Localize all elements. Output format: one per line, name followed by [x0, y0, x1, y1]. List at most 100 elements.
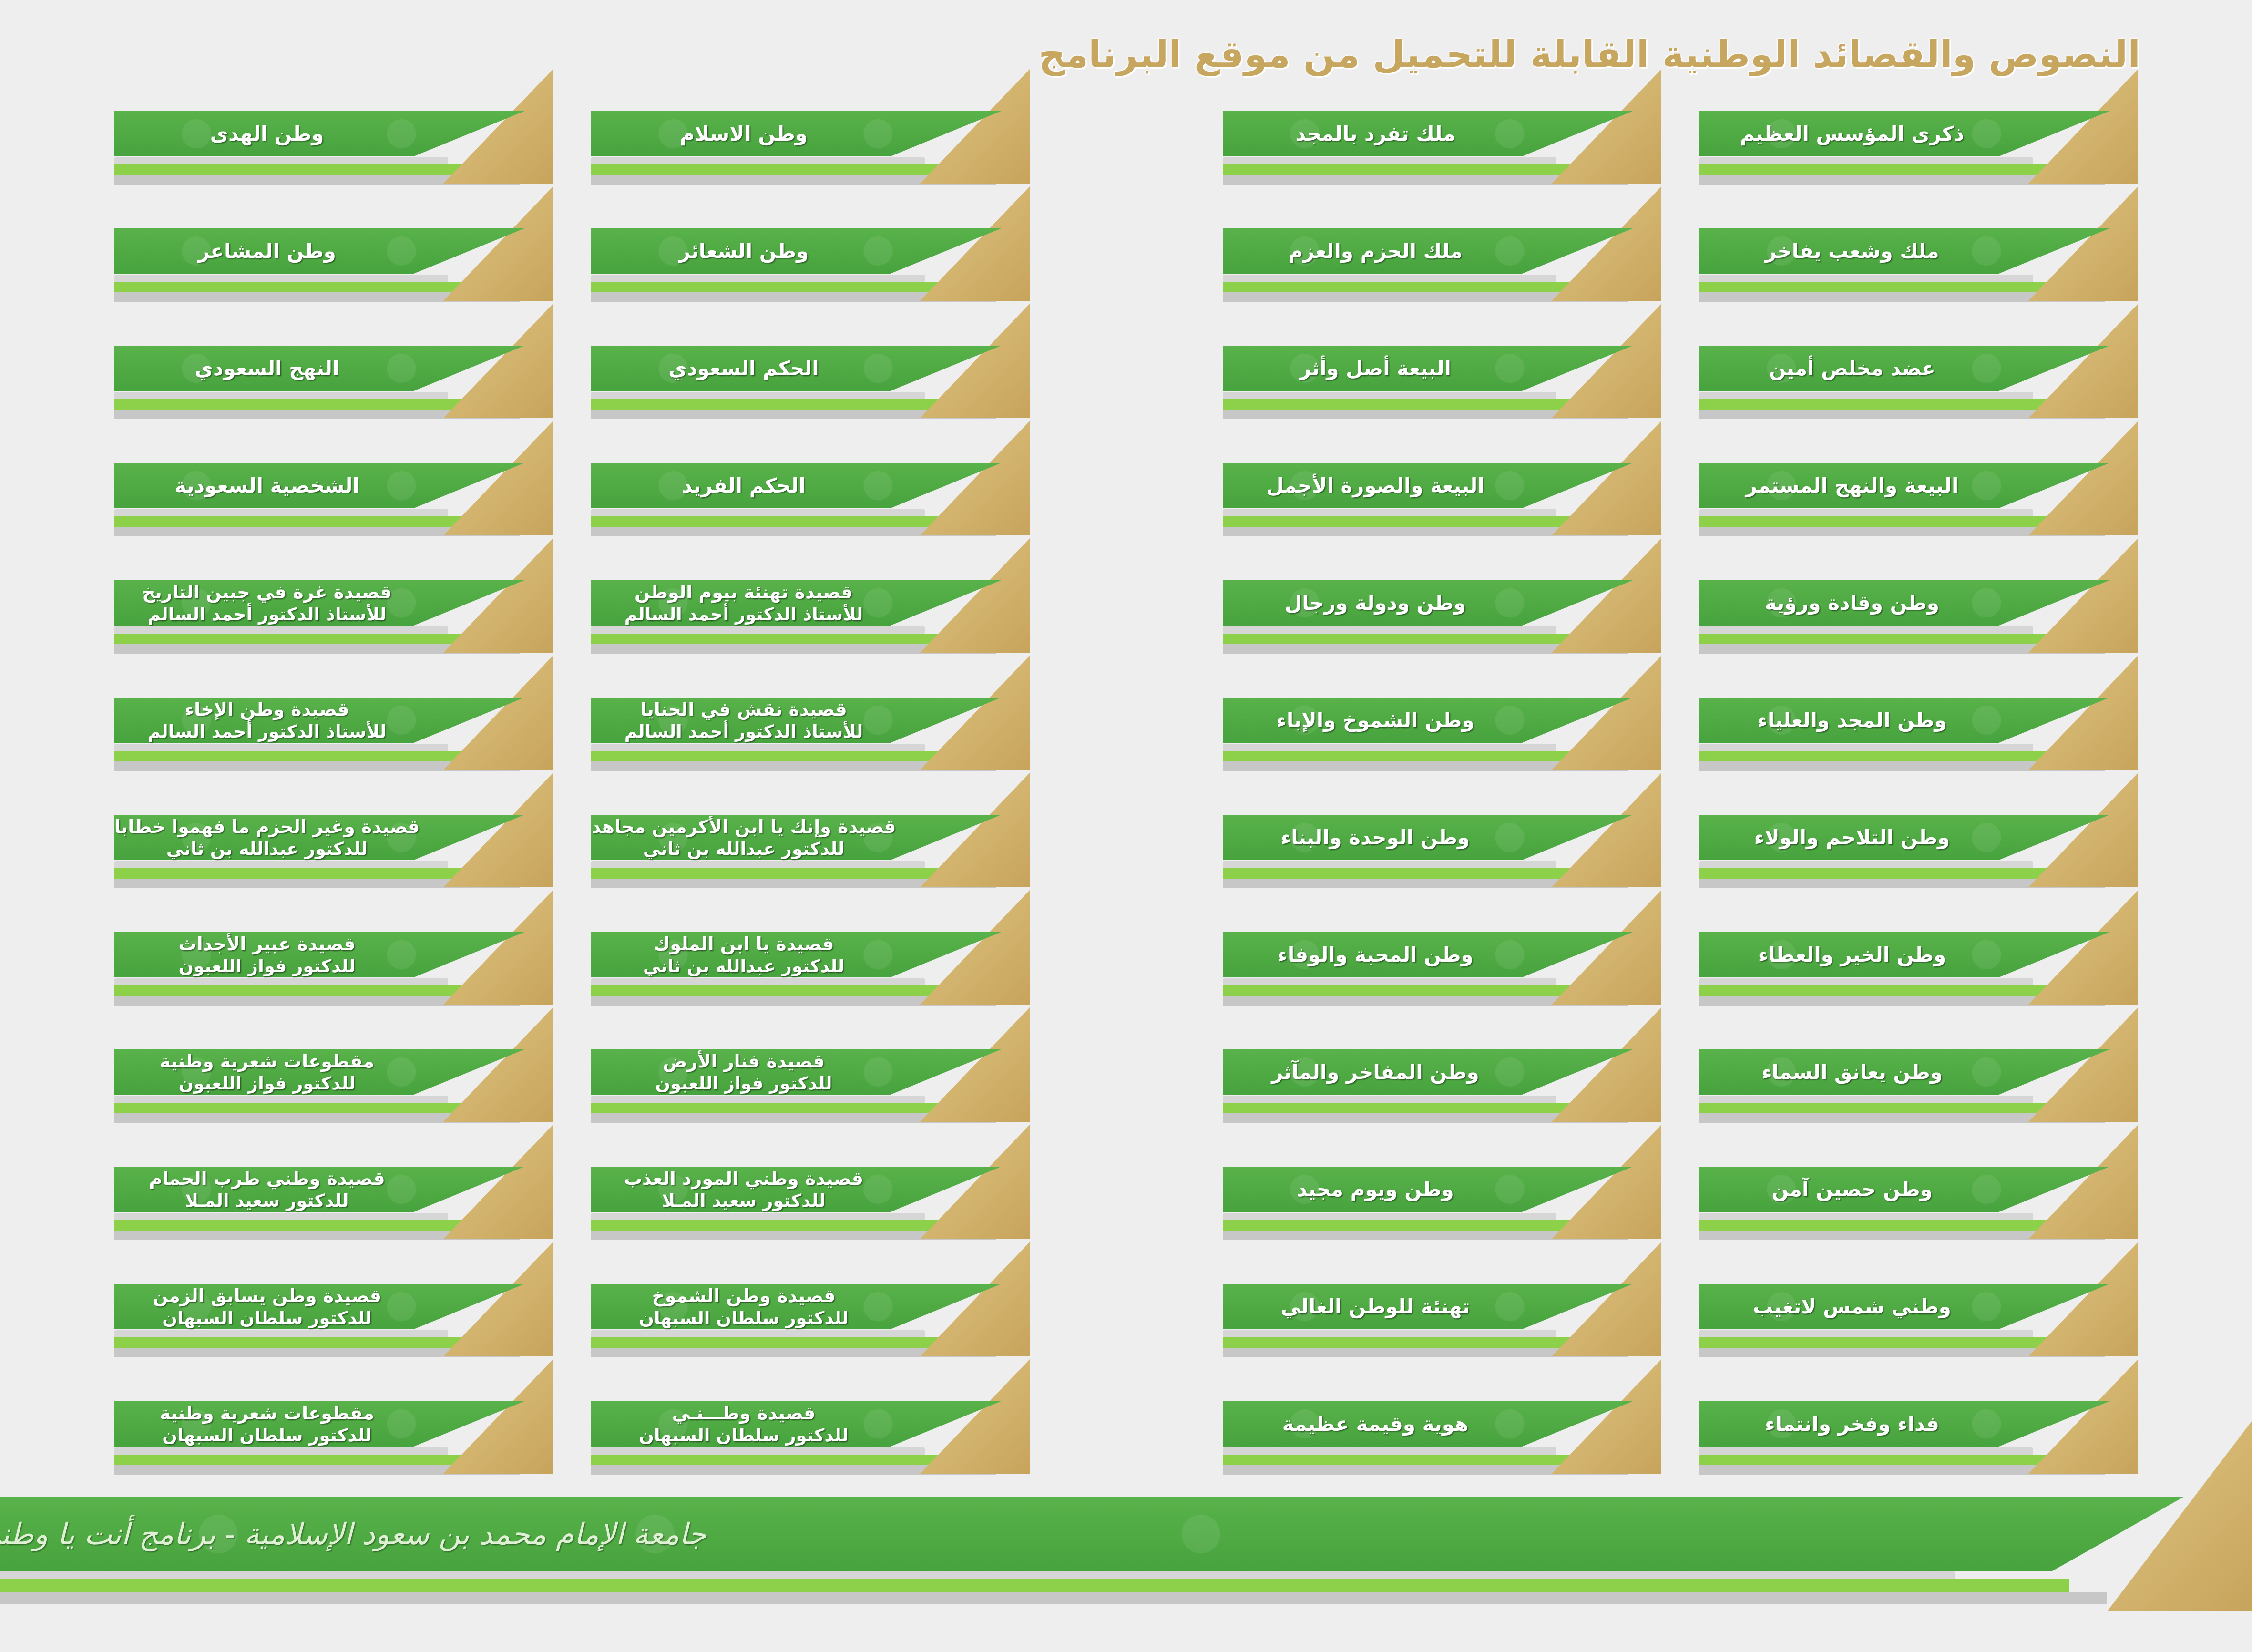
item-title: ذكرى المؤسس العظيم: [1740, 122, 1965, 145]
download-item[interactable]: وطن حصين آمن: [1699, 1125, 2138, 1242]
ribbon-shadow-strip: [591, 275, 925, 282]
item-label: وطن المجد والعلياء: [1709, 698, 1995, 743]
item-author: للدكتور سلطان السبهان: [162, 1425, 372, 1446]
download-item[interactable]: قصيدة وطـــنـي للدكتور سلطان السبهان: [591, 1359, 1030, 1477]
ribbon-light-green-strip: [1699, 985, 2076, 996]
download-item[interactable]: قصيدة وإنك يا ابن الأكرمين مجاهد للدكتور …: [591, 773, 1030, 890]
item-label: البيعة أصل وأثر: [1232, 346, 1518, 391]
download-item[interactable]: وطن ودولة ورجال: [1223, 538, 1661, 656]
download-item[interactable]: قصيدة وطني طرب الحمام للدكتور سعيد المـلا: [114, 1125, 553, 1242]
download-item[interactable]: الحكم الفريد: [591, 421, 1030, 538]
item-label: تهنئة للوطن الغالي: [1232, 1284, 1518, 1329]
download-item[interactable]: عضد مخلص أمين: [1699, 304, 2138, 421]
download-item[interactable]: قصيدة وطن الإخاء للأستاذ الدكتور أحمد الس…: [114, 656, 553, 773]
download-item[interactable]: وطن وقادة ورؤية: [1699, 538, 2138, 656]
download-item[interactable]: وطن المشاعر: [114, 186, 553, 304]
download-item[interactable]: قصيدة وطن يسابق الزمن للدكتور سلطان السبه…: [114, 1242, 553, 1359]
ribbon-light-green-strip: [114, 985, 491, 996]
download-item[interactable]: قصيدة عبير الأجداث للدكتور فواز اللعبون: [114, 890, 553, 1007]
download-item[interactable]: قصيدة فنار الأرض للدكتور فواز اللعبون: [591, 1007, 1030, 1125]
download-item[interactable]: وطن الاسلام: [591, 69, 1030, 186]
ribbon-light-green-strip: [1699, 1455, 2076, 1465]
item-label: وطن المحبة والوفاء: [1232, 932, 1518, 977]
item-title: ملك تفرد بالمجد: [1295, 122, 1455, 145]
download-item[interactable]: قصيدة يا ابن الملوك للدكتور عبدالله بن ثا…: [591, 890, 1030, 1007]
download-item[interactable]: قصيدة وطن الشموخ للدكتور سلطان السبهان: [591, 1242, 1030, 1359]
item-label: البيعة والنهج المستمر: [1709, 463, 1995, 508]
ribbon-shadow-strip: [1223, 978, 1556, 986]
ribbon-shadow-strip: [591, 509, 925, 517]
footer-ribbon: جامعة الإمام محمد بن سعود الإسلامية - بر…: [0, 1421, 2252, 1635]
ribbon-shadow-strip: [1223, 157, 1556, 165]
download-item[interactable]: قصيدة نقش في الحنايا للأستاذ الدكتور أحمد…: [591, 656, 1030, 773]
item-title: وطن المفاخر والمآثر: [1271, 1060, 1479, 1084]
download-item[interactable]: مقطوعات شعرية وطنية للدكتور سلطان السبهان: [114, 1359, 553, 1477]
item-author: للأستاذ الدكتور أحمد السالم: [624, 604, 863, 625]
item-title: ملك وشعب يفاخر: [1765, 239, 1939, 263]
download-item[interactable]: ملك الحزم والعزم: [1223, 186, 1661, 304]
item-author: للأستاذ الدكتور أحمد السالم: [147, 604, 387, 625]
ribbon-shadow-strip: [591, 1330, 925, 1338]
download-item[interactable]: هوية وقيمة عظيمة: [1223, 1359, 1661, 1477]
item-label: هوية وقيمة عظيمة: [1232, 1401, 1518, 1447]
download-item[interactable]: وطن الشعائر: [591, 186, 1030, 304]
item-label: وطن الشموخ والإباء: [1232, 698, 1518, 743]
item-label: وطن المفاخر والمآثر: [1232, 1049, 1518, 1095]
download-item[interactable]: وطن المحبة والوفاء: [1223, 890, 1661, 1007]
ribbon-shadow-strip: [114, 392, 448, 400]
ribbon-shadow-strip: [591, 626, 925, 634]
download-item[interactable]: وطن المفاخر والمآثر: [1223, 1007, 1661, 1125]
download-item[interactable]: قصيدة وغير الحزم ما فهموا خطابا للدكتور ع…: [114, 773, 553, 890]
item-author: للدكتور سلطان السبهان: [639, 1307, 849, 1328]
download-item[interactable]: فداء وفخر وانتماء: [1699, 1359, 2138, 1477]
ribbon-light-green-strip: [591, 282, 968, 292]
download-item[interactable]: البيعة والصورة الأجمل: [1223, 421, 1661, 538]
item-title: البيعة أصل وأثر: [1300, 356, 1451, 380]
ribbon-light-green-strip: [1223, 1103, 1599, 1113]
ribbon-shadow-strip: [1223, 1447, 1556, 1455]
download-item[interactable]: قصيدة وطني المورد العذب للدكتور سعيد المـ…: [591, 1125, 1030, 1242]
ribbon-shadow-strip: [114, 275, 448, 282]
download-item[interactable]: ملك تفرد بالمجد: [1223, 69, 1661, 186]
ribbon-light-green-strip: [1223, 634, 1599, 644]
item-label: مقطوعات شعرية وطنية للدكتور سلطان السبهان: [124, 1401, 410, 1447]
download-item[interactable]: ملك وشعب يفاخر: [1699, 186, 2138, 304]
ribbon-light-green-strip: [114, 634, 491, 644]
download-item[interactable]: وطن ويوم مجيد: [1223, 1125, 1661, 1242]
download-item[interactable]: ذكرى المؤسس العظيم: [1699, 69, 2138, 186]
ribbon-light-green-strip: [1699, 282, 2076, 292]
download-item[interactable]: وطني شمس لاتغيب: [1699, 1242, 2138, 1359]
footer-shadow-strip: [0, 1571, 1955, 1580]
ribbon-light-green-strip: [1699, 751, 2076, 761]
download-item[interactable]: البيعة أصل وأثر: [1223, 304, 1661, 421]
item-label: قصيدة تهنئة بيوم الوطن للأستاذ الدكتور أح…: [601, 580, 887, 626]
item-label: الحكم الفريد: [601, 463, 887, 508]
download-item[interactable]: وطن المجد والعلياء: [1699, 656, 2138, 773]
item-title: قصيدة وإنك يا ابن الأكرمين مجاهد: [591, 816, 896, 837]
download-item[interactable]: وطن الخير والعطاء: [1699, 890, 2138, 1007]
ribbon-shadow-strip: [591, 1213, 925, 1221]
item-title: وطن الخير والعطاء: [1758, 943, 1946, 966]
ribbon-light-green-strip: [1699, 164, 2076, 175]
item-label: قصيدة يا ابن الملوك للدكتور عبدالله بن ثا…: [601, 932, 887, 977]
item-author: للدكتور فواز اللعبون: [655, 1073, 832, 1094]
download-item[interactable]: الحكم السعودي: [591, 304, 1030, 421]
download-item[interactable]: وطن يعانق السماء: [1699, 1007, 2138, 1125]
download-item[interactable]: قصيدة غرة في جبين التاريخ للأستاذ الدكتور…: [114, 538, 553, 656]
download-item[interactable]: النهج السعودي: [114, 304, 553, 421]
download-item[interactable]: قصيدة تهنئة بيوم الوطن للأستاذ الدكتور أح…: [591, 538, 1030, 656]
ribbon-light-green-strip: [591, 1337, 968, 1348]
ribbon-shadow-strip: [1699, 1213, 2033, 1221]
download-item[interactable]: وطن الهدى: [114, 69, 553, 186]
download-item[interactable]: البيعة والنهج المستمر: [1699, 421, 2138, 538]
download-item[interactable]: الشخصية السعودية: [114, 421, 553, 538]
download-item[interactable]: وطن الشموخ والإباء: [1223, 656, 1661, 773]
download-item[interactable]: مقطوعات شعرية وطنية للدكتور فواز اللعبون: [114, 1007, 553, 1125]
item-label: فداء وفخر وانتماء: [1709, 1401, 1995, 1447]
item-title: وطن الاسلام: [680, 122, 808, 145]
download-item[interactable]: تهنئة للوطن الغالي: [1223, 1242, 1661, 1359]
ribbon-light-green-strip: [1699, 399, 2076, 410]
item-label: وطن الشعائر: [601, 228, 887, 274]
download-item[interactable]: وطن الوحدة والبناء: [1223, 773, 1661, 890]
download-item[interactable]: وطن التلاحم والولاء: [1699, 773, 2138, 890]
